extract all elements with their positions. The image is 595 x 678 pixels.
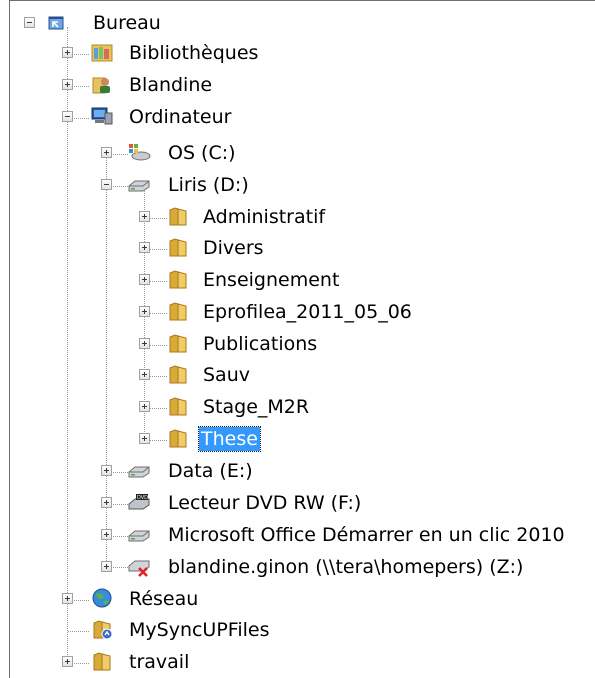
tree-item-drive-d[interactable]: Liris (D:) [0, 170, 595, 202]
tree-item-label-selected[interactable]: These [198, 426, 261, 452]
tree-item-label[interactable]: Eprofilea_2011_05_06 [201, 300, 414, 324]
tree-item-label[interactable]: Ordinateur [127, 105, 233, 129]
expand-toggle[interactable] [139, 401, 150, 412]
expand-toggle[interactable] [62, 656, 73, 667]
tree-item-label[interactable]: Bibliothèques [127, 41, 260, 65]
tree-item-label[interactable]: Data (E:) [166, 459, 255, 483]
svg-text:DVD: DVD [137, 495, 148, 501]
expand-toggle[interactable] [101, 529, 112, 540]
tree-item-drive-z[interactable]: blandine.ginon (\\tera\homepers) (Z:) [0, 552, 595, 584]
expand-toggle[interactable] [139, 274, 150, 285]
tree-item-label[interactable]: Publications [201, 332, 319, 356]
folder-icon [166, 300, 190, 322]
tree-item-label[interactable]: Réseau [127, 587, 200, 611]
computer-icon [90, 105, 114, 127]
folder-icon [166, 395, 190, 417]
folder-icon [166, 236, 190, 258]
tree-item-label[interactable]: Liris (D:) [166, 173, 251, 197]
tree-item-folder-publications[interactable]: Publications [0, 329, 595, 361]
expand-toggle[interactable] [101, 561, 112, 572]
expand-toggle[interactable] [101, 147, 112, 158]
collapse-toggle[interactable] [101, 179, 112, 190]
expand-toggle[interactable] [62, 47, 73, 58]
tree-item-bibliotheques[interactable]: Bibliothèques [0, 38, 595, 70]
expand-toggle[interactable] [62, 79, 73, 90]
disconnected-network-drive-icon [127, 555, 151, 577]
expand-toggle[interactable] [139, 338, 150, 349]
tree-item-bureau[interactable]: Bureau [0, 8, 595, 40]
folder-icon [166, 205, 190, 227]
tree-item-label[interactable]: Lecteur DVD RW (F:) [166, 491, 363, 515]
expand-toggle[interactable] [139, 306, 150, 317]
tree-item-folder-administratif[interactable]: Administratif [0, 202, 595, 234]
folder-tree-view[interactable]: Bureau Bibliothèques Blandine Ordinateur… [0, 0, 595, 678]
folder-icon [166, 332, 190, 354]
hard-drive-icon [127, 523, 151, 545]
hard-drive-icon [127, 459, 151, 481]
tree-item-travail[interactable]: travail [0, 647, 595, 678]
expand-toggle[interactable] [139, 242, 150, 253]
windows-drive-icon [127, 141, 151, 163]
folder-icon [166, 427, 190, 449]
tree-item-label[interactable]: Administratif [201, 205, 327, 229]
tree-item-drive-c[interactable]: OS (C:) [0, 138, 595, 170]
tree-item-drive-f[interactable]: DVD Lecteur DVD RW (F:) [0, 488, 595, 520]
tree-item-folder-these[interactable]: These [0, 424, 595, 456]
user-folder-icon [90, 73, 114, 95]
tree-item-label[interactable]: OS (C:) [166, 141, 238, 165]
collapse-toggle[interactable] [24, 17, 35, 28]
tree-item-label[interactable]: Bureau [91, 11, 163, 35]
tree-item-label[interactable]: travail [127, 650, 191, 674]
folder-icon [90, 650, 114, 672]
expand-toggle[interactable] [101, 465, 112, 476]
folder-icon [166, 363, 190, 385]
expand-toggle[interactable] [101, 497, 112, 508]
tree-item-folder-sauv[interactable]: Sauv [0, 360, 595, 392]
tree-item-mysyncupfiles[interactable]: MySyncUPFiles [0, 615, 595, 647]
tree-item-drive-office[interactable]: Microsoft Office Démarrer en un clic 201… [0, 520, 595, 552]
collapse-toggle[interactable] [62, 111, 73, 122]
hard-drive-icon [127, 173, 151, 195]
tree-item-label[interactable]: Divers [201, 236, 266, 260]
tree-frame-top-border [9, 0, 595, 1]
tree-item-folder-divers[interactable]: Divers [0, 233, 595, 265]
tree-item-blandine[interactable]: Blandine [0, 70, 595, 102]
tree-item-drive-e[interactable]: Data (E:) [0, 456, 595, 488]
expand-toggle[interactable] [62, 593, 73, 604]
tree-item-reseau[interactable]: Réseau [0, 584, 595, 616]
libraries-icon [90, 41, 114, 63]
expand-toggle[interactable] [139, 433, 150, 444]
expand-toggle[interactable] [139, 369, 150, 380]
tree-item-label[interactable]: MySyncUPFiles [127, 618, 272, 642]
tree-item-folder-enseignement[interactable]: Enseignement [0, 265, 595, 297]
tree-item-label[interactable]: Microsoft Office Démarrer en un clic 201… [166, 523, 567, 547]
network-icon [90, 587, 114, 609]
tree-item-folder-stage-m2r[interactable]: Stage_M2R [0, 392, 595, 424]
tree-item-label[interactable]: Enseignement [201, 268, 341, 292]
desktop-icon [44, 11, 68, 33]
tree-item-folder-eprofilea[interactable]: Eprofilea_2011_05_06 [0, 297, 595, 329]
tree-item-ordinateur[interactable]: Ordinateur [0, 102, 595, 134]
tree-item-label[interactable]: blandine.ginon (\\tera\homepers) (Z:) [166, 555, 525, 579]
expand-toggle[interactable] [139, 211, 150, 222]
tree-item-label[interactable]: Blandine [127, 73, 214, 97]
dvd-drive-icon: DVD [127, 491, 151, 513]
tree-item-label[interactable]: Stage_M2R [201, 395, 311, 419]
tree-item-label[interactable]: Sauv [201, 363, 252, 387]
folder-icon [166, 268, 190, 290]
folder-shortcut-icon [90, 618, 114, 640]
